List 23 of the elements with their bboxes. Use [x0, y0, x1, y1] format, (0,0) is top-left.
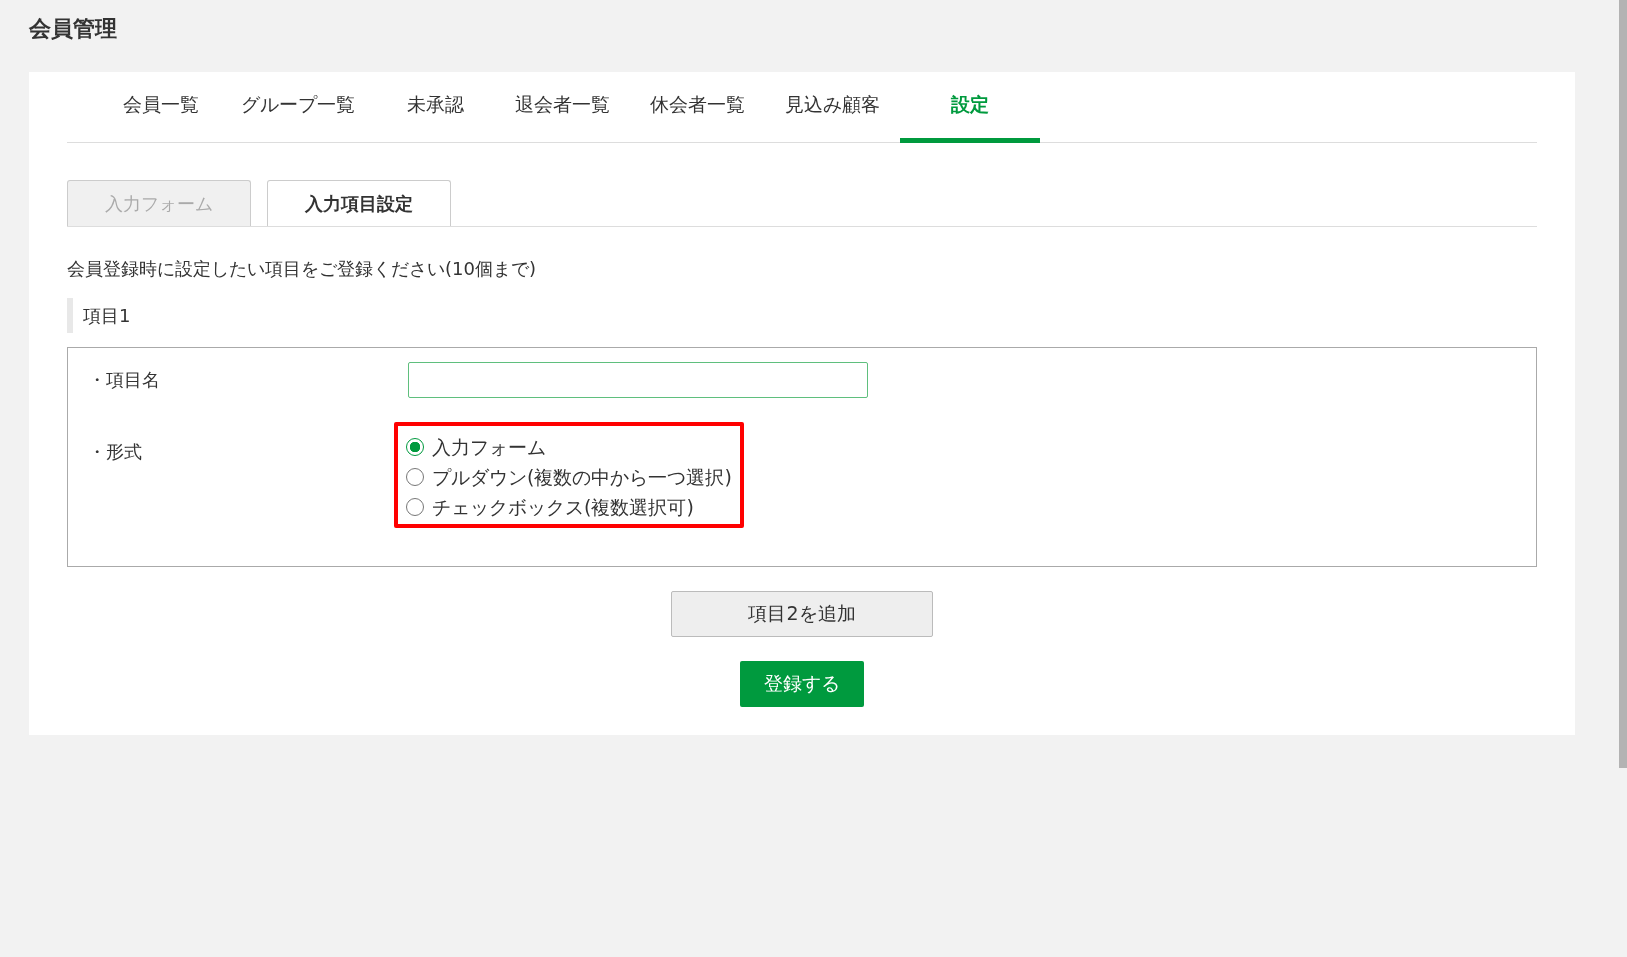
nav-tab[interactable]: 未承認 — [375, 72, 495, 143]
register-button[interactable]: 登録する — [740, 660, 864, 707]
field-label: ・項目名 — [88, 367, 161, 392]
sub-tab[interactable]: 入力項目設定 — [267, 179, 451, 226]
nav-tab[interactable]: 見込み顧客 — [765, 72, 900, 143]
add-item-button[interactable]: 項目2を追加 — [671, 590, 933, 637]
nav-tab[interactable]: グループ一覧 — [221, 72, 375, 143]
instruction-text: 会員登録時に設定したい項目をご登録ください(10個まで) — [67, 256, 537, 281]
nav-tab[interactable]: 休会者一覧 — [630, 72, 765, 143]
nav-tab[interactable]: 会員一覧 — [101, 72, 221, 143]
radio-button[interactable] — [406, 497, 424, 516]
option-label: プルダウン(複数の中から一つ選択) — [432, 464, 732, 490]
page-title: 会員管理 — [29, 15, 118, 43]
option-label: 入力フォーム — [432, 434, 546, 460]
nav-tab[interactable]: 退会者一覧 — [495, 72, 630, 143]
radio-button[interactable] — [406, 437, 424, 456]
radio-button[interactable] — [406, 467, 424, 486]
field-label: ・形式 — [88, 439, 143, 464]
item-heading: 項目1 — [67, 297, 141, 333]
scrollbar[interactable] — [1619, 0, 1627, 768]
nav-tab[interactable]: 設定 — [900, 72, 1040, 143]
input-field[interactable] — [408, 361, 868, 398]
option-label: チェックボックス(複数選択可) — [432, 494, 694, 520]
